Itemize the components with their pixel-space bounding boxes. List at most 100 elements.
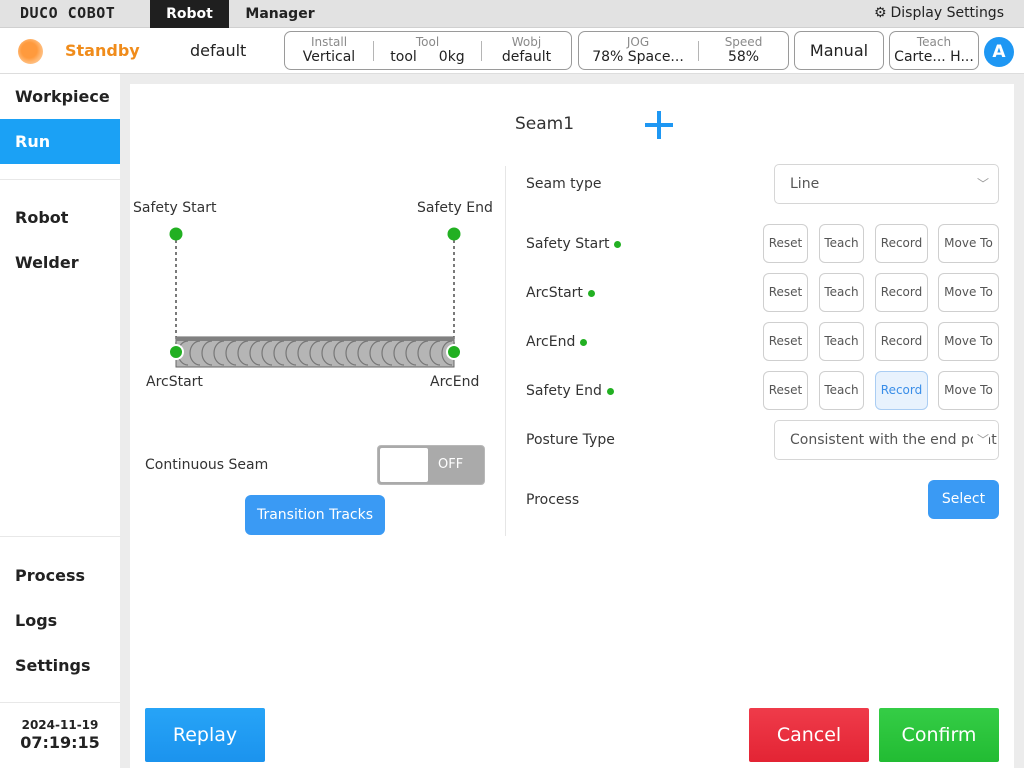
teach-button[interactable]: Teach (819, 273, 864, 312)
install-label: Install (310, 35, 348, 49)
arc-start-diagram-label: ArcStart (146, 374, 203, 390)
posture-type-label: Posture Type (526, 432, 615, 448)
seam-type-value: Line (790, 176, 820, 192)
gear-icon: ⚙ (873, 5, 887, 21)
tool-info[interactable]: Tool tool 0kg (374, 32, 481, 69)
point-row-label: Safety End (526, 383, 614, 399)
teach-group[interactable]: Teach Carte... H... (889, 31, 979, 70)
seam-type-select[interactable]: Line ﹀ (774, 164, 999, 204)
display-settings-label: Display Settings (890, 5, 1004, 21)
sidebar-item-robot[interactable]: Robot (0, 195, 120, 240)
reset-button[interactable]: Reset (763, 371, 808, 410)
record-button[interactable]: Record (875, 224, 928, 263)
jog-speed-group[interactable]: JOG 78% Space... Speed 58% (578, 31, 789, 70)
safety-start-label: Safety Start (526, 236, 610, 252)
safety-end-label: Safety End (526, 383, 602, 399)
wobj-value: default (501, 49, 552, 65)
move-to-button[interactable]: Move To (938, 322, 999, 361)
sidebar-item-process[interactable]: Process (0, 553, 120, 598)
tab-robot[interactable]: Robot (150, 0, 229, 28)
record-button[interactable]: Record (875, 273, 928, 312)
divider (0, 702, 120, 703)
seam-title: Seam1 (515, 114, 575, 134)
divider (505, 166, 506, 536)
speed-info[interactable]: Speed 58% (699, 32, 788, 69)
teach-button[interactable]: Teach (819, 322, 864, 361)
seam-type-label: Seam type (526, 176, 602, 192)
add-seam-icon[interactable] (642, 108, 676, 142)
display-settings-button[interactable]: ⚙ Display Settings (874, 5, 1004, 21)
arc-end-label: ArcEnd (526, 334, 576, 350)
process-select-button[interactable]: Select (928, 480, 999, 519)
project-name[interactable]: default (190, 41, 246, 60)
duco-logo: DUCO COBOT (20, 4, 116, 22)
tool-weight: 0kg (438, 49, 465, 65)
install-value: Vertical (302, 49, 356, 65)
confirm-button[interactable]: Confirm (879, 708, 999, 762)
chevron-down-icon: ﹀ (972, 421, 989, 459)
speed-value: 58% (727, 49, 760, 65)
install-info[interactable]: Install Vertical (285, 32, 373, 69)
jog-label: JOG (626, 35, 650, 49)
point-row-label: ArcStart (526, 285, 595, 301)
reset-button[interactable]: Reset (763, 224, 808, 263)
tool-name: tool (390, 49, 417, 65)
weld-seam-graphic (168, 227, 462, 368)
robot-state: Standby (65, 41, 140, 60)
reset-button[interactable]: Reset (763, 273, 808, 312)
teach-button[interactable]: Teach (819, 371, 864, 410)
teach-label: Teach (916, 35, 952, 49)
reset-button[interactable]: Reset (763, 322, 808, 361)
mode-button[interactable]: Manual (794, 31, 884, 70)
sidebar-item-settings[interactable]: Settings (0, 643, 120, 688)
status-dot-icon (614, 240, 622, 248)
posture-type-select[interactable]: Consistent with the end point ﹀ (774, 420, 999, 460)
tool-value: tool 0kg (374, 49, 481, 66)
point-row-label: Safety Start (526, 236, 622, 252)
sidebar: Workpiece Run Robot Welder Process Logs … (0, 74, 120, 768)
teach-value: Carte... H... (894, 49, 974, 65)
tab-manager[interactable]: Manager (229, 0, 331, 28)
jog-value: 78% Space... (592, 49, 684, 65)
move-to-button[interactable]: Move To (938, 224, 999, 263)
process-label: Process (526, 492, 580, 508)
wobj-label: Wobj (511, 35, 542, 49)
status-dot-icon (606, 387, 614, 395)
arc-end-diagram-label: ArcEnd (430, 374, 480, 390)
jog-info[interactable]: JOG 78% Space... (579, 32, 697, 69)
arc-start-label: ArcStart (526, 285, 583, 301)
continuous-seam-label: Continuous Seam (145, 457, 269, 473)
move-to-button[interactable]: Move To (938, 371, 999, 410)
record-button[interactable]: Record (875, 322, 928, 361)
sidebar-item-workpiece[interactable]: Workpiece (0, 74, 120, 119)
user-avatar[interactable]: A (984, 37, 1014, 67)
sidebar-item-logs[interactable]: Logs (0, 598, 120, 643)
replay-button[interactable]: Replay (145, 708, 265, 762)
posture-type-value: Consistent with the end point (790, 432, 997, 448)
install-tool-wobj-group[interactable]: Install Vertical Tool tool 0kg Wobj defau… (284, 31, 572, 70)
point-row-label: ArcEnd (526, 334, 588, 350)
divider (0, 536, 120, 537)
wobj-info[interactable]: Wobj default (482, 32, 571, 69)
sidebar-item-welder[interactable]: Welder (0, 240, 120, 285)
teach-info[interactable]: Teach Carte... H... (890, 32, 978, 69)
current-time: 07:19:15 (20, 733, 100, 752)
teach-button[interactable]: Teach (819, 224, 864, 263)
cancel-button[interactable]: Cancel (749, 708, 869, 762)
current-date: 2024-11-19 (21, 718, 99, 732)
record-button[interactable]: Record (875, 371, 928, 410)
toggle-knob (380, 448, 428, 482)
status-indicator-icon (18, 39, 43, 64)
chevron-down-icon: ﹀ (972, 165, 989, 203)
tool-label: Tool (415, 35, 440, 49)
status-dot-icon (580, 338, 588, 346)
seam-editor-panel: Seam1 Safety Start Safety End ArcStart A… (130, 84, 1014, 768)
top-bar: DUCO COBOT Robot Manager ⚙ Display Settin… (0, 0, 1024, 28)
status-dot-icon (587, 289, 595, 297)
move-to-button[interactable]: Move To (938, 273, 999, 312)
sidebar-item-run[interactable]: Run (0, 119, 120, 164)
transition-tracks-button[interactable]: Transition Tracks (245, 495, 385, 535)
divider (0, 179, 120, 180)
continuous-seam-toggle[interactable]: OFF (377, 445, 485, 485)
status-bar: Standby default Install Vertical Tool to… (0, 28, 1024, 74)
